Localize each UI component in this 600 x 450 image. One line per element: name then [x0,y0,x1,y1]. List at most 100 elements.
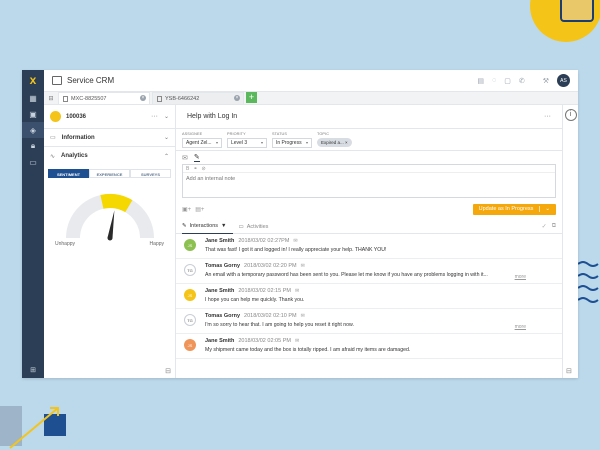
topic-tag[interactable]: Expired a... × [317,138,352,147]
internal-note-icon[interactable]: ✎ [193,153,200,162]
email-icon[interactable]: ✉ [182,154,188,162]
status-select[interactable]: In Progress [276,139,302,147]
note-input[interactable]: Add an internal note [183,173,555,185]
collapse-panel-icon[interactable]: ⊟ [165,367,171,375]
info-icon[interactable]: i [564,109,577,121]
tab-record-1[interactable]: MXC-8825507 × [58,92,150,104]
author-name: Jane Smith [205,338,235,344]
avatar: JS [184,239,196,251]
field-assignee[interactable]: ASSIGNEE Agent Zel... ▾ [182,132,222,148]
interaction-item[interactable]: JS Jane Smith 2018/03/02 02:15 PM ✉ I hope… [176,284,562,309]
section-analytics[interactable]: ∿ Analytics ⌃ [44,147,175,165]
section-label: Analytics [61,153,88,159]
email-icon: ✉ [294,288,300,294]
interaction-tabs: ✎ Interactions ▼ ▭ Activities ✓ ⧉ [176,220,562,234]
case-title-bar: Help with Log In ··· [176,105,562,129]
composer-tabs: ✉ ✎ [176,151,562,164]
image-icon[interactable]: ▤+ [195,206,204,213]
priority-select[interactable]: Level 3 [231,139,247,147]
record-tabs: ⊟ MXC-8825507 × YSB-6466242 × + [44,92,578,105]
field-topic[interactable]: TOPIC Expired a... × [317,132,352,147]
bold-icon[interactable]: B [186,166,189,172]
box-icon[interactable]: ▭ [22,154,44,170]
top-header: Service CRM ▤ ◌ ▢ ✆ ⚒ AS [44,70,578,92]
app-logo[interactable]: x [22,70,44,90]
gauge-hub [107,235,112,241]
expand-icon[interactable]: ⧉ [552,223,556,230]
tab-activities[interactable]: ▭ Activities [239,220,275,234]
attachment-icon[interactable]: ▣+ [182,206,191,213]
field-priority[interactable]: PRIORITY Level 3 ▾ [227,132,267,148]
more-link[interactable]: more [515,274,526,280]
dashboard-icon[interactable]: ▣ [22,106,44,122]
message-text: An email with a temporary password has b… [205,272,488,278]
collapse-icon[interactable]: ⊞ [22,366,44,374]
more-menu-icon[interactable]: ··· [544,113,551,120]
chevron-down-icon: ▾ [215,140,218,145]
analytics-tabs: SENTIMENT EXPERIENCE SURVEYS [48,169,171,178]
speech-icon[interactable]: ▢ [504,77,511,85]
app-title: Service CRM [67,76,115,85]
field-label: STATUS [272,132,288,136]
chevron-down-icon[interactable]: ⌄ [164,113,169,120]
timestamp: 2018/03/02 02:20 PM [244,263,297,269]
tab-record-2[interactable]: YSB-6466242 × [152,92,244,104]
remove-tag-icon[interactable]: × [345,140,348,145]
section-information[interactable]: ▭ Information ⌄ [44,129,175,147]
chevron-down-icon[interactable]: ⌄ [164,134,169,141]
calendar-icon[interactable]: ▤ [477,77,484,85]
lock-icon[interactable]: 🔒︎ [22,138,44,154]
user-avatar[interactable]: AS [557,74,570,87]
interaction-item[interactable]: JS Jane Smith 2018/03/02 02:05 PM ✉ My shi… [176,334,562,359]
author-name: Jane Smith [205,288,235,294]
add-tab-button[interactable]: + [246,92,257,103]
tab-interactions[interactable]: ✎ Interactions ▼ [182,220,233,234]
filter-icon[interactable]: ▼ [221,223,226,229]
tab-experience[interactable]: EXPERIENCE [89,169,130,178]
more-menu-icon[interactable]: ··· [151,113,158,120]
note-composer[interactable]: B ⚭ ⊘ Add an internal note [182,164,556,198]
tab-label: Activities [246,223,269,230]
tab-surveys[interactable]: SURVEYS [130,169,171,178]
timestamp: 2018/03/02 02:27PM [238,238,290,244]
analytics-icon: ∿ [50,153,56,160]
tab-sentiment[interactable]: SENTIMENT [48,169,89,178]
record-panel: 100036 ··· ⌄ ▭ Information ⌄ ∿ Analytics… [44,105,176,378]
check-icon[interactable]: ✓ [542,223,547,230]
topic-tag-label: Expired a... [321,140,344,145]
folder-icon: ▭ [50,135,56,141]
expand-panel-icon[interactable]: ⊟ [566,367,572,375]
format-toolbar: B ⚭ ⊘ [183,165,555,173]
close-tab-icon[interactable]: × [234,95,240,101]
interaction-item[interactable]: JS Jane Smith 2018/03/02 02:27PM ✉ That wa… [176,234,562,259]
chevron-down-icon: ▾ [260,140,263,145]
link-icon[interactable]: ⚭ [193,166,197,172]
case-title: Help with Log In [187,113,238,120]
update-status-button[interactable]: Update as In Progress ⌄ [472,203,556,215]
apps-grid-icon[interactable]: ▦ [22,90,44,106]
wrench-icon[interactable]: ⚒ [543,77,549,85]
layers-icon[interactable]: ◈ [22,122,44,138]
chat-icon[interactable]: ◌ [492,77,496,84]
message-text: My shipment came today and the box is to… [205,347,411,353]
interaction-item[interactable]: TG Tomas Gorny 2018/03/02 02:10 PM ✉ I'm s… [176,309,562,334]
field-label: PRIORITY [227,132,246,136]
document-icon [63,95,68,102]
chevron-up-icon[interactable]: ⌃ [164,153,169,160]
interaction-item[interactable]: TG Tomas Gorny 2018/03/02 02:20 PM ✉ An em… [176,259,562,284]
attach-icon[interactable]: ⊘ [202,166,206,172]
panel-toggle-icon[interactable]: ⊟ [44,95,58,104]
email-icon: ✉ [294,338,300,344]
record-header: 100036 ··· ⌄ [44,105,175,129]
field-status[interactable]: STATUS In Progress ▾ [272,132,312,148]
message-text: I hope you can help me quickly. Thank yo… [205,297,305,303]
gauge-needle [107,210,114,239]
chevron-down-icon[interactable]: ⌄ [539,206,550,212]
assignee-select[interactable]: Agent Zel... [186,139,212,147]
phone-icon[interactable]: ✆ [519,77,525,85]
avatar: JS [184,339,196,351]
more-link[interactable]: more [515,324,526,330]
timestamp: 2018/03/02 02:15 PM [238,288,291,294]
timestamp: 2018/03/02 02:10 PM [244,313,297,319]
close-tab-icon[interactable]: × [140,95,146,101]
